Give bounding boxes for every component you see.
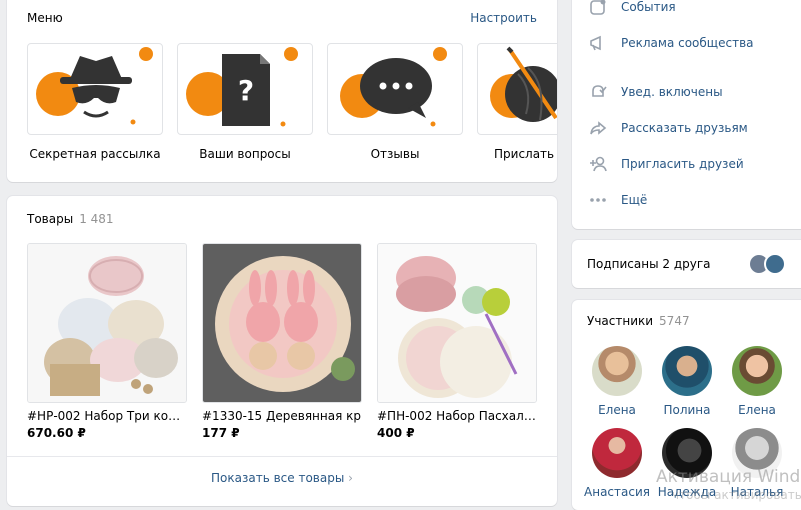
good-item[interactable]: #1330-15 Деревянная кр 177 ₽: [202, 243, 362, 440]
community-actions-card: События Реклама сообщества Увед. включен…: [572, 0, 801, 229]
members-title[interactable]: Участники: [587, 314, 653, 328]
invite-friends-action[interactable]: Пригласить друзей: [588, 154, 744, 174]
os-activation-watermark-subtext: чтобы активировать: [672, 488, 801, 502]
members-header[interactable]: Участники 5747: [587, 314, 690, 328]
good-price: 177 ₽: [202, 426, 240, 440]
goods-count: 1 481: [79, 212, 114, 226]
add-user-icon: [590, 156, 607, 172]
goods-title[interactable]: Товары: [27, 212, 73, 226]
goods-header[interactable]: Товары 1 481: [27, 212, 114, 226]
more-icon: [590, 198, 606, 202]
menu-title: Меню: [27, 11, 63, 25]
megaphone-icon: [590, 35, 601, 51]
members-count: 5747: [659, 314, 690, 328]
svg-text:?: ?: [238, 74, 254, 107]
knitting-icon: [490, 46, 557, 122]
good-title[interactable]: #ПН-002 Набор Пасхальн: [377, 409, 537, 423]
avatar[interactable]: [592, 428, 642, 478]
good-title[interactable]: #1330-15 Деревянная кр: [202, 409, 362, 423]
goods-divider: [7, 456, 557, 457]
friends-subscribed-card[interactable]: Подписаны 2 друга: [572, 240, 801, 288]
good-image[interactable]: [27, 243, 187, 403]
avatar[interactable]: [662, 346, 712, 396]
ad-community-action[interactable]: Реклама сообщества: [588, 33, 754, 53]
menu-label-secret-mailing[interactable]: Секретная рассылка: [20, 147, 170, 161]
member-name[interactable]: Полина: [652, 403, 722, 417]
good-price: 400 ₽: [377, 426, 415, 440]
menu-card: Меню Настроить Секретная рассылка ? Ваши…: [7, 0, 557, 182]
good-title[interactable]: #НР-002 Набор Три корзин: [27, 409, 187, 423]
menu-tile-your-questions[interactable]: ?: [177, 43, 313, 135]
share-icon: [590, 121, 607, 135]
menu-tile-secret-mailing[interactable]: [27, 43, 163, 135]
spy-icon: [36, 47, 153, 125]
friends-subscribed-label[interactable]: Подписаны 2 друга: [587, 257, 711, 271]
bell-check-icon: [592, 85, 607, 97]
question-document-icon: ?: [186, 47, 298, 127]
menu-tile-reviews[interactable]: [327, 43, 463, 135]
menu-label-your-questions[interactable]: Ваши вопросы: [170, 147, 320, 161]
avatar[interactable]: [732, 346, 782, 396]
member-item[interactable]: Елена: [722, 346, 792, 417]
member-name[interactable]: Анастасия: [582, 485, 652, 499]
notifications-action[interactable]: Увед. включены: [588, 82, 723, 102]
menu-tile-send[interactable]: [477, 43, 557, 135]
more-action[interactable]: Ещё: [588, 190, 647, 210]
chevron-right-icon: ›: [348, 471, 353, 485]
good-image[interactable]: [202, 243, 362, 403]
good-item[interactable]: #НР-002 Набор Три корзин 670.60 ₽: [27, 243, 187, 440]
member-name[interactable]: Елена: [722, 403, 792, 417]
show-all-goods-link[interactable]: Показать все товары ›: [7, 471, 557, 485]
member-item[interactable]: Елена: [582, 346, 652, 417]
good-price: 670.60 ₽: [27, 426, 86, 440]
member-name[interactable]: Елена: [582, 403, 652, 417]
menu-label-reviews[interactable]: Отзывы: [320, 147, 470, 161]
avatar[interactable]: [592, 346, 642, 396]
speech-bubble-icon: [340, 47, 447, 127]
goods-card: Товары 1 481 #НР-002 Набор Три корзин 670…: [7, 196, 557, 506]
avatar[interactable]: [764, 253, 786, 275]
os-activation-watermark: Активация Wind: [656, 467, 801, 487]
member-item[interactable]: Анастасия: [582, 428, 652, 499]
tell-friends-action[interactable]: Рассказать друзьям: [588, 118, 748, 138]
menu-settings-link[interactable]: Настроить: [470, 11, 537, 25]
good-image[interactable]: [377, 243, 537, 403]
menu-label-send[interactable]: Прислать р: [470, 147, 557, 161]
event-icon: [590, 0, 606, 15]
events-action[interactable]: События: [588, 0, 676, 17]
good-item[interactable]: #ПН-002 Набор Пасхальн 400 ₽: [377, 243, 537, 440]
member-item[interactable]: Полина: [652, 346, 722, 417]
